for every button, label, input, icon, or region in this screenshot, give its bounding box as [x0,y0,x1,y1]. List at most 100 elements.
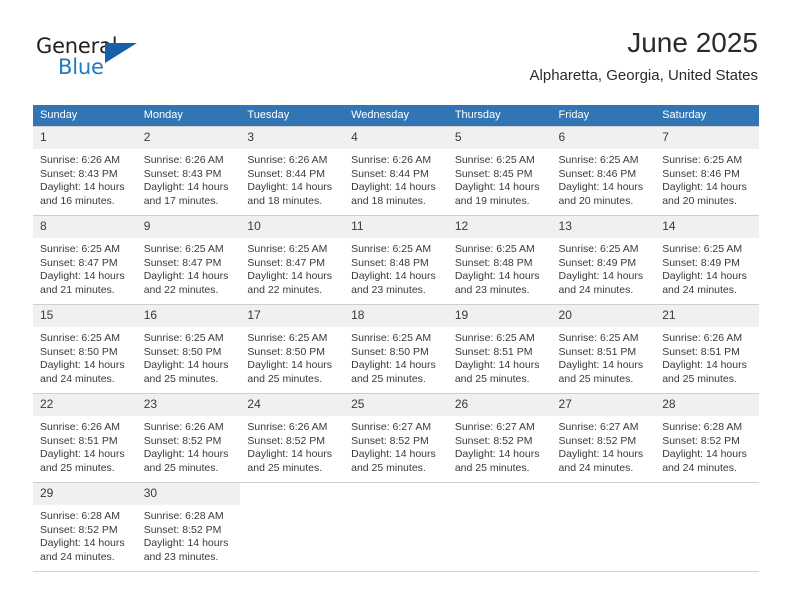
day-cell[interactable]: 3 Sunrise: 6:26 AM Sunset: 8:44 PM Dayli… [240,126,345,216]
daylight-duration: Daylight: 14 hours and 18 minutes. [351,181,436,207]
day-cell[interactable]: 21 Sunrise: 6:26 AM Sunset: 8:51 PM Dayl… [655,304,759,394]
day-details: Sunrise: 6:25 AM Sunset: 8:47 PM Dayligh… [33,238,137,297]
sunset-time: Sunset: 8:45 PM [454,167,533,180]
calendar-week-row: 15 Sunrise: 6:25 AM Sunset: 8:50 PM Dayl… [33,304,759,394]
sunset-time: Sunset: 8:44 PM [351,167,429,180]
sunset-time: Sunset: 8:50 PM [40,345,118,358]
page-subtitle: Alpharetta, Georgia, United States [529,67,758,84]
day-details: Sunrise: 6:25 AM Sunset: 8:47 PM Dayligh… [137,238,241,297]
empty-day-cell [344,482,448,572]
sunset-time: Sunset: 8:52 PM [558,434,637,447]
day-cell[interactable]: 4 Sunrise: 6:26 AM Sunset: 8:44 PM Dayli… [344,126,448,216]
day-details: Sunrise: 6:26 AM Sunset: 8:43 PM Dayligh… [137,149,241,208]
sunrise-time: Sunrise: 6:25 AM [662,154,743,166]
day-cell[interactable]: 20 Sunrise: 6:25 AM Sunset: 8:51 PM Dayl… [551,304,656,394]
day-details: Sunrise: 6:25 AM Sunset: 8:47 PM Dayligh… [240,238,344,297]
day-number: 20 [551,305,656,327]
sunset-time: Sunset: 8:47 PM [143,256,222,269]
daylight-duration: Daylight: 14 hours and 16 minutes. [40,181,125,207]
daylight-duration: Daylight: 14 hours and 23 minutes. [143,537,229,563]
sunset-time: Sunset: 8:43 PM [143,167,222,180]
sunset-time: Sunset: 8:47 PM [40,256,118,269]
day-cell[interactable]: 27 Sunrise: 6:27 AM Sunset: 8:52 PM Dayl… [551,393,656,483]
day-details: Sunrise: 6:25 AM Sunset: 8:50 PM Dayligh… [240,327,344,386]
day-details: Sunrise: 6:25 AM Sunset: 8:51 PM Dayligh… [552,327,656,386]
day-cell[interactable]: 6 Sunrise: 6:25 AM Sunset: 8:46 PM Dayli… [551,126,656,216]
sunrise-time: Sunrise: 6:26 AM [40,154,120,166]
daylight-duration: Daylight: 14 hours and 24 minutes. [662,270,747,296]
sunset-time: Sunset: 8:47 PM [247,256,326,269]
day-number: 25 [344,394,448,416]
sunrise-time: Sunrise: 6:25 AM [351,332,432,344]
sunset-time: Sunset: 8:52 PM [662,434,740,447]
day-cell[interactable]: 19 Sunrise: 6:25 AM Sunset: 8:51 PM Dayl… [447,304,552,394]
empty-day-cell [551,482,656,572]
day-cell[interactable]: 28 Sunrise: 6:28 AM Sunset: 8:52 PM Dayl… [655,393,759,483]
daylight-duration: Daylight: 14 hours and 22 minutes. [247,270,333,296]
logo-word-blue: Blue [58,55,104,79]
day-number: 8 [33,216,137,238]
sunset-time: Sunset: 8:52 PM [40,523,118,536]
day-cell[interactable]: 13 Sunrise: 6:25 AM Sunset: 8:49 PM Dayl… [551,215,656,305]
daylight-duration: Daylight: 14 hours and 25 minutes. [454,359,540,385]
day-number: 27 [551,394,656,416]
calendar-week-row: 1 Sunrise: 6:26 AM Sunset: 8:43 PM Dayli… [33,126,759,216]
sunset-time: Sunset: 8:44 PM [247,167,326,180]
day-number: 23 [136,394,241,416]
day-cell[interactable]: 25 Sunrise: 6:27 AM Sunset: 8:52 PM Dayl… [344,393,448,483]
sunset-time: Sunset: 8:52 PM [143,434,222,447]
day-cell[interactable]: 30 Sunrise: 6:28 AM Sunset: 8:52 PM Dayl… [136,482,241,572]
daylight-duration: Daylight: 14 hours and 25 minutes. [558,359,644,385]
empty-day-cell [240,482,345,572]
sunrise-time: Sunrise: 6:25 AM [40,243,120,255]
day-cell[interactable]: 16 Sunrise: 6:25 AM Sunset: 8:50 PM Dayl… [136,304,241,394]
day-cell[interactable]: 18 Sunrise: 6:25 AM Sunset: 8:50 PM Dayl… [344,304,448,394]
day-details: Sunrise: 6:27 AM Sunset: 8:52 PM Dayligh… [448,416,552,475]
weekday-header-row: Sunday Monday Tuesday Wednesday Thursday… [33,105,759,127]
day-cell[interactable]: 22 Sunrise: 6:26 AM Sunset: 8:51 PM Dayl… [33,393,137,483]
sunrise-time: Sunrise: 6:25 AM [454,154,535,166]
daylight-duration: Daylight: 14 hours and 24 minutes. [662,448,747,474]
day-cell[interactable]: 17 Sunrise: 6:25 AM Sunset: 8:50 PM Dayl… [240,304,345,394]
day-cell[interactable]: 29 Sunrise: 6:28 AM Sunset: 8:52 PM Dayl… [33,482,137,572]
day-number: 24 [240,394,345,416]
weekday-header-tuesday: Tuesday [240,105,345,127]
day-cell[interactable]: 26 Sunrise: 6:27 AM Sunset: 8:52 PM Dayl… [447,393,552,483]
day-cell[interactable]: 23 Sunrise: 6:26 AM Sunset: 8:52 PM Dayl… [136,393,241,483]
daylight-duration: Daylight: 14 hours and 24 minutes. [558,270,644,296]
day-number: 28 [655,394,759,416]
sunrise-time: Sunrise: 6:26 AM [40,421,120,433]
calendar-week-row: 22 Sunrise: 6:26 AM Sunset: 8:51 PM Dayl… [33,393,759,483]
daylight-duration: Daylight: 14 hours and 25 minutes. [351,448,436,474]
day-number: 1 [33,127,137,149]
day-cell[interactable]: 2 Sunrise: 6:26 AM Sunset: 8:43 PM Dayli… [136,126,241,216]
day-cell[interactable]: 7 Sunrise: 6:25 AM Sunset: 8:46 PM Dayli… [655,126,759,216]
day-cell[interactable]: 12 Sunrise: 6:25 AM Sunset: 8:48 PM Dayl… [447,215,552,305]
day-details: Sunrise: 6:25 AM Sunset: 8:49 PM Dayligh… [655,238,759,297]
day-details: Sunrise: 6:26 AM Sunset: 8:51 PM Dayligh… [655,327,759,386]
day-number: 15 [33,305,137,327]
day-cell[interactable]: 1 Sunrise: 6:26 AM Sunset: 8:43 PM Dayli… [33,126,137,216]
day-cell[interactable]: 24 Sunrise: 6:26 AM Sunset: 8:52 PM Dayl… [240,393,345,483]
day-details: Sunrise: 6:25 AM Sunset: 8:46 PM Dayligh… [655,149,759,208]
sunrise-time: Sunrise: 6:27 AM [558,421,639,433]
day-cell[interactable]: 9 Sunrise: 6:25 AM Sunset: 8:47 PM Dayli… [136,215,241,305]
sunrise-time: Sunrise: 6:26 AM [662,332,743,344]
day-cell[interactable]: 14 Sunrise: 6:25 AM Sunset: 8:49 PM Dayl… [655,215,759,305]
weekday-header-saturday: Saturday [655,105,759,127]
sunset-time: Sunset: 8:49 PM [662,256,740,269]
sunset-time: Sunset: 8:46 PM [662,167,740,180]
daylight-duration: Daylight: 14 hours and 25 minutes. [247,359,333,385]
day-cell[interactable]: 8 Sunrise: 6:25 AM Sunset: 8:47 PM Dayli… [33,215,137,305]
day-cell[interactable]: 10 Sunrise: 6:25 AM Sunset: 8:47 PM Dayl… [240,215,345,305]
sunrise-time: Sunrise: 6:25 AM [40,332,120,344]
day-details: Sunrise: 6:28 AM Sunset: 8:52 PM Dayligh… [33,505,137,564]
sunset-time: Sunset: 8:52 PM [143,523,222,536]
day-cell[interactable]: 15 Sunrise: 6:25 AM Sunset: 8:50 PM Dayl… [33,304,137,394]
daylight-duration: Daylight: 14 hours and 18 minutes. [247,181,333,207]
day-details: Sunrise: 6:25 AM Sunset: 8:50 PM Dayligh… [344,327,448,386]
day-cell[interactable]: 5 Sunrise: 6:25 AM Sunset: 8:45 PM Dayli… [447,126,552,216]
sunrise-time: Sunrise: 6:25 AM [143,332,224,344]
day-details: Sunrise: 6:26 AM Sunset: 8:43 PM Dayligh… [33,149,137,208]
day-cell[interactable]: 11 Sunrise: 6:25 AM Sunset: 8:48 PM Dayl… [344,215,448,305]
